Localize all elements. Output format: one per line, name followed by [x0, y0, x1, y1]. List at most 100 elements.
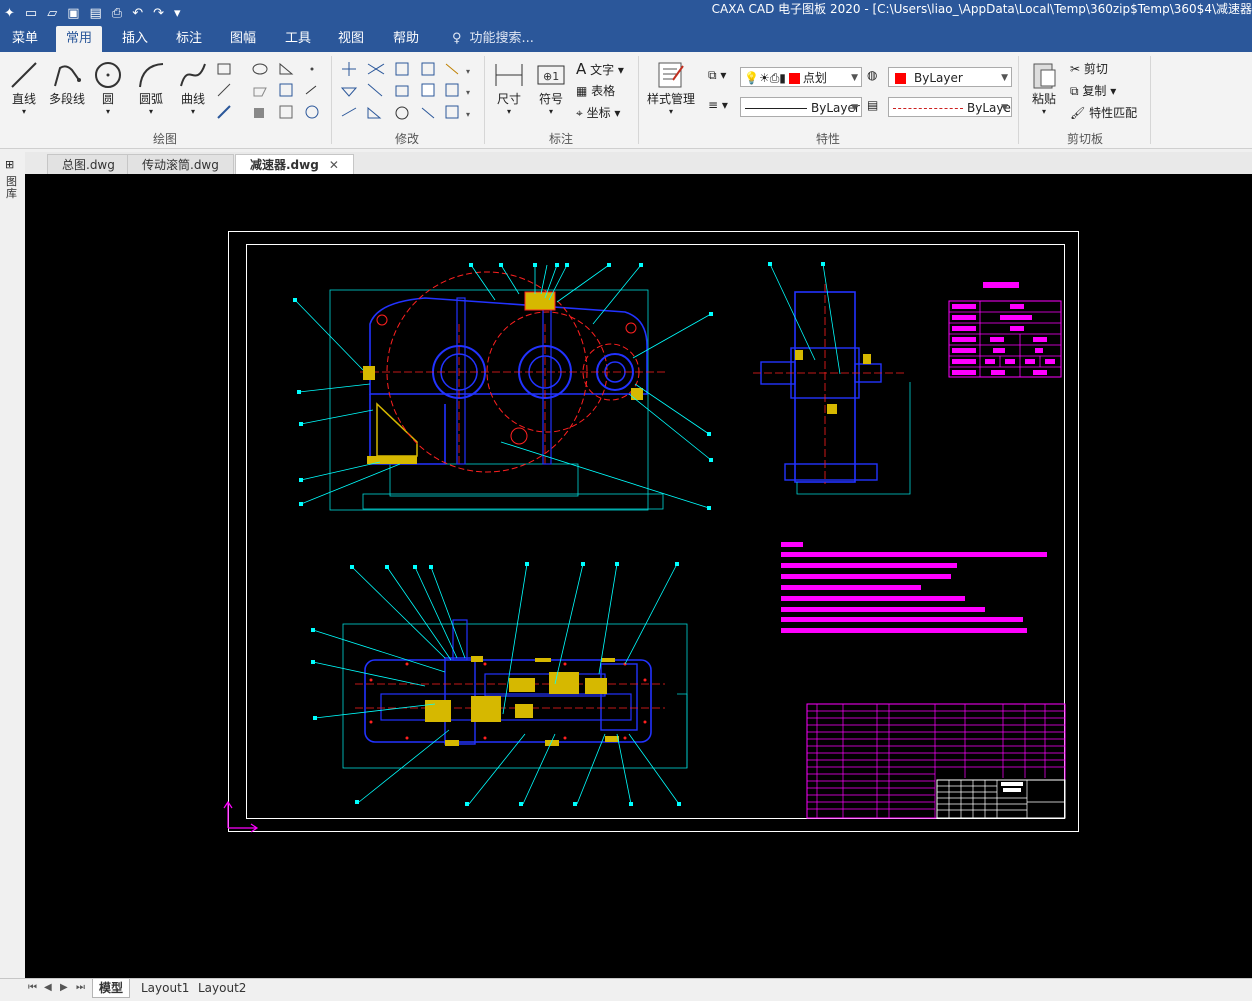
window-title: CAXA CAD 电子图板 2020 - [C:\Users\liao_\App…	[711, 2, 1252, 16]
new-file-icon[interactable]: ▭	[25, 6, 37, 21]
save-as-icon[interactable]: ▤	[90, 6, 102, 21]
polyline-button[interactable]: 多段线	[46, 60, 88, 107]
modify-tools[interactable]: ▾ ▾ ▾	[336, 60, 476, 126]
left-side-panel: ⊞ 图库	[0, 152, 25, 978]
doc-tab-drum[interactable]: 传动滚筒.dwg	[127, 154, 234, 174]
table-button[interactable]: ▦ 表格	[576, 82, 615, 99]
tab-common[interactable]: 常用	[56, 26, 103, 52]
document-tabs: 总图.dwg 传动滚筒.dwg 减速器.dwg ✕	[25, 152, 1252, 175]
clipboard-group-label: 剪切板	[1066, 132, 1103, 146]
layout-tab-bar: ⏮ ◀ ▶ ⏭ 模型 Layout1 Layout2	[0, 978, 1252, 1001]
drawing-canvas[interactable]	[25, 174, 1252, 978]
text-button[interactable]: A 文字 ▾	[576, 60, 624, 78]
linetype-combo[interactable]: ByLaye ▼	[888, 97, 1012, 117]
color-wheel-icon[interactable]: ◍	[867, 68, 877, 82]
symbol-label: 符号	[538, 92, 563, 106]
close-icon[interactable]: ✕	[329, 158, 339, 172]
line-icon	[11, 62, 37, 88]
tab-insert[interactable]: 插入	[112, 26, 158, 52]
layer-state-combo[interactable]: 💡☀⎙▮ 点划 ▼	[740, 67, 862, 87]
layout-tab-layout2[interactable]: Layout2	[192, 979, 252, 997]
style-manager-icon	[658, 62, 684, 88]
function-search[interactable]: ♀ 功能搜索...	[452, 26, 534, 52]
tab-tools[interactable]: 工具	[275, 26, 321, 52]
tab-sheet[interactable]: 图幅	[220, 26, 266, 52]
app-logo-icon[interactable]: ✦	[4, 6, 15, 21]
print-icon[interactable]: ⎙	[112, 6, 122, 21]
cad-drawing	[223, 231, 1079, 833]
match-properties-button[interactable]: 🖌 特性匹配	[1070, 104, 1137, 121]
open-file-icon[interactable]: ▱	[47, 6, 57, 21]
customize-dropdown-icon[interactable]: ▾	[174, 6, 181, 21]
coordinate-label: 坐标	[586, 106, 611, 120]
circle-icon	[95, 62, 121, 88]
svg-text:⊕1: ⊕1	[543, 70, 559, 83]
paste-button[interactable]: 粘贴 ▾	[1024, 60, 1064, 116]
table-icon: ▦	[576, 84, 588, 98]
color-combo[interactable]: ByLayer ▼	[888, 67, 1012, 87]
polyline-icon	[54, 65, 81, 87]
last-layout-icon[interactable]: ⏭	[76, 982, 85, 993]
tab-view[interactable]: 视图	[328, 26, 374, 52]
cut-label: 剪切	[1083, 62, 1108, 76]
technical-requirements-notes	[781, 542, 1047, 633]
text-icon: A	[576, 60, 587, 78]
color-swatch	[895, 73, 906, 84]
line-label: 直线	[11, 92, 36, 106]
group-separator	[1150, 56, 1151, 144]
svg-text:▾: ▾	[466, 67, 470, 76]
save-icon[interactable]: ▣	[67, 6, 79, 21]
circle-button[interactable]: 圆 ▾	[92, 60, 124, 116]
library-panel-tab[interactable]: 图库	[6, 176, 18, 200]
cut-button[interactable]: ✂ 剪切	[1070, 60, 1108, 77]
linewidth-combo[interactable]: ByLayer ▼	[740, 97, 862, 117]
coordinate-button[interactable]: ⌖ 坐标 ▾	[576, 104, 620, 121]
table-label: 表格	[591, 84, 616, 98]
line-button[interactable]: 直线 ▾	[8, 60, 40, 116]
tab-annotate[interactable]: 标注	[166, 26, 212, 52]
dimension-label: 尺寸	[496, 92, 521, 106]
title-bar: ✦ ▭ ▱ ▣ ▤ ⎙ ↶ ↷ ▾ CAXA CAD 电子图板 2020 - […	[0, 0, 1252, 26]
annotate-group-label: 标注	[548, 132, 573, 146]
layer-manager-icon[interactable]: ⧉ ▾	[708, 68, 726, 83]
paste-label: 粘贴	[1031, 92, 1056, 106]
brush-icon: 🖌	[1070, 106, 1086, 120]
side-view	[753, 262, 911, 495]
first-layout-icon[interactable]: ⏮	[28, 982, 37, 993]
top-view	[342, 619, 688, 769]
doc-tab-label: 减速器.dwg	[250, 158, 319, 172]
undo-icon[interactable]: ↶	[132, 6, 143, 21]
group-separator	[638, 56, 639, 144]
tab-help[interactable]: 帮助	[383, 26, 429, 52]
draw-small-tools[interactable]	[214, 60, 326, 126]
prev-layout-icon[interactable]: ◀	[44, 982, 52, 993]
draw-group-label: 绘图	[152, 132, 177, 146]
group-separator	[484, 56, 485, 144]
pin-icon[interactable]: ⊞	[5, 158, 14, 171]
copy-button[interactable]: ⧉ 复制 ▾	[1070, 82, 1116, 99]
curve-button[interactable]: 曲线 ▾	[176, 60, 210, 116]
symbol-button[interactable]: ⊕1 符号 ▾	[533, 60, 569, 116]
front-view-leaders	[294, 264, 712, 509]
parts-list-grid	[807, 704, 1065, 818]
redo-icon[interactable]: ↷	[153, 6, 164, 21]
doc-tab-reducer[interactable]: 减速器.dwg ✕	[235, 154, 354, 174]
style-manager-button[interactable]: 样式管理 ▾	[642, 60, 700, 116]
circle-label: 圆	[101, 92, 114, 106]
tab-menu[interactable]: 菜单	[2, 26, 48, 52]
arc-icon	[139, 63, 164, 88]
next-layout-icon[interactable]: ▶	[60, 982, 68, 993]
linewidth-icon[interactable]: ≡ ▾	[708, 98, 728, 112]
arc-label: 圆弧	[138, 92, 163, 106]
technical-spec-table	[948, 282, 1062, 378]
color-value: ByLayer	[914, 71, 963, 85]
text-label: 文字	[590, 63, 615, 77]
layout-tab-layout1[interactable]: Layout1	[135, 979, 195, 997]
coordinate-icon: ⌖	[576, 106, 583, 120]
doc-tab-general[interactable]: 总图.dwg	[47, 154, 130, 174]
layout-tab-model[interactable]: 模型	[92, 979, 131, 998]
arc-button[interactable]: 圆弧 ▾	[134, 60, 168, 116]
doc-tab-label: 传动滚筒.dwg	[142, 158, 219, 172]
linetype-icon[interactable]: ▤	[867, 98, 878, 112]
dimension-button[interactable]: 尺寸 ▾	[490, 60, 528, 116]
